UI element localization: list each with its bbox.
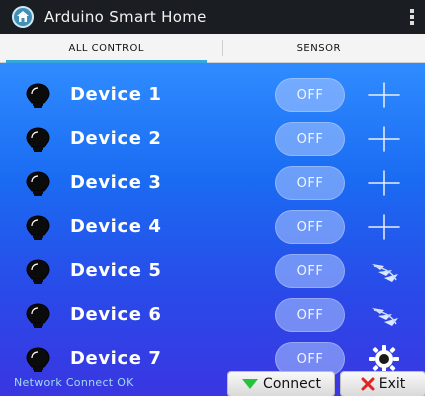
device-toggle-button[interactable]: OFF	[275, 166, 345, 200]
down-arrow-icon	[242, 379, 259, 389]
tab-sensor[interactable]: SENSOR	[213, 34, 425, 62]
device-row: Device 5 OFF	[0, 249, 425, 293]
bulb-icon	[24, 82, 52, 110]
device-row: Device 2 OFF	[0, 117, 425, 161]
bulb-icon	[24, 126, 52, 154]
device-name: Device 7	[70, 348, 162, 369]
connect-button[interactable]: Connect	[228, 372, 334, 396]
overflow-menu-icon[interactable]	[409, 9, 415, 25]
device-toggle-button[interactable]: OFF	[275, 298, 345, 332]
device-toggle-button[interactable]: OFF	[275, 210, 345, 244]
app-root: Arduino Smart Home ALL CONTROL SENSOR De…	[0, 0, 425, 396]
home-icon	[17, 11, 29, 22]
bulb-icon	[24, 170, 52, 198]
device-row: Device 1 OFF	[0, 73, 425, 117]
bulb-icon	[24, 302, 52, 330]
plus-icon[interactable]	[364, 80, 404, 110]
fan-icon[interactable]	[364, 300, 404, 330]
tab-divider	[222, 40, 223, 56]
device-row: Device 6 OFF	[0, 293, 425, 337]
tab-bar: ALL CONTROL SENSOR	[0, 34, 425, 63]
connect-button-label: Connect	[263, 376, 321, 392]
device-name: Device 6	[70, 304, 162, 325]
device-name: Device 2	[70, 128, 162, 149]
device-toggle-button[interactable]: OFF	[275, 342, 345, 376]
device-row: Device 4 OFF	[0, 205, 425, 249]
bulb-icon	[24, 346, 52, 374]
fan-icon[interactable]	[364, 256, 404, 286]
close-icon	[361, 377, 375, 391]
bulb-icon	[24, 258, 52, 286]
device-name: Device 3	[70, 172, 162, 193]
device-toggle-button[interactable]: OFF	[275, 122, 345, 156]
gear-bulb-icon[interactable]	[364, 344, 404, 374]
app-title: Arduino Smart Home	[44, 8, 207, 26]
app-logo-icon	[12, 6, 34, 28]
plus-icon[interactable]	[364, 168, 404, 198]
exit-button-label: Exit	[378, 376, 406, 392]
tab-all-control[interactable]: ALL CONTROL	[0, 34, 213, 63]
device-list: Device 1 OFF Device 2 OFF Device 3 OFF Device …	[0, 63, 425, 396]
device-toggle-button[interactable]: OFF	[275, 254, 345, 288]
device-toggle-button[interactable]: OFF	[275, 78, 345, 112]
device-row: Device 3 OFF	[0, 161, 425, 205]
plus-icon[interactable]	[364, 212, 404, 242]
bulb-icon	[24, 214, 52, 242]
network-status: Network Connect OK	[14, 376, 134, 389]
device-name: Device 4	[70, 216, 162, 237]
plus-icon[interactable]	[364, 124, 404, 154]
device-name: Device 5	[70, 260, 162, 281]
device-name: Device 1	[70, 84, 162, 105]
exit-button[interactable]: Exit	[341, 372, 425, 396]
title-bar: Arduino Smart Home	[0, 0, 425, 34]
